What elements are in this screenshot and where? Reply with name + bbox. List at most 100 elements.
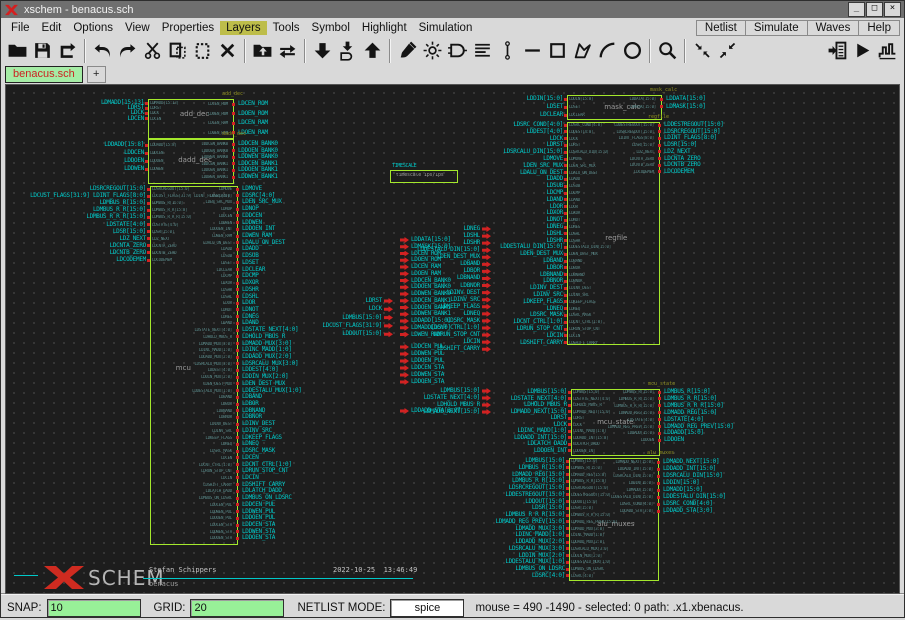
net-label[interactable]: LDNEG [330, 226, 480, 232]
new-tab-button[interactable]: + [87, 66, 106, 83]
net-label[interactable]: LDNOT [413, 217, 563, 223]
net-label[interactable]: LDCNTB_ZERO [5, 250, 146, 256]
net-label[interactable]: LDKEEP_FLAGS [330, 304, 480, 310]
swap-button[interactable] [275, 38, 300, 63]
folder-up-button[interactable] [250, 38, 275, 63]
open-button[interactable] [5, 38, 30, 63]
net-label[interactable]: LDDWEN [5, 166, 144, 172]
net-label[interactable]: LDMBUS_R_R[15:0] [664, 396, 717, 402]
net-label[interactable]: LDDOEN_STA [242, 535, 275, 541]
copy-button[interactable] [165, 38, 190, 63]
net-label[interactable]: LDSHIFT_CARRY [330, 346, 480, 352]
net-label[interactable]: LDCEN_ROM [238, 101, 268, 107]
titlebar[interactable]: xschem - benacus.sch _ □ × [1, 1, 904, 18]
net-label[interactable]: LDBAND [330, 261, 480, 267]
net-label[interactable]: LDEN_SRC_MUX [413, 163, 563, 169]
reload-button[interactable] [55, 38, 80, 63]
net-label[interactable]: LDBNOR [330, 283, 480, 289]
net-label[interactable]: LDSTATE[4:0] [5, 222, 146, 228]
net-label[interactable]: LDMADD_REG[15:0] [664, 410, 717, 416]
line-button[interactable] [520, 38, 545, 63]
net-label[interactable]: LDCLEAR [413, 112, 563, 118]
brush-button[interactable] [395, 38, 420, 63]
menu-view[interactable]: View [119, 21, 156, 35]
net-label[interactable]: LDNEQ [330, 311, 480, 317]
close-icon[interactable]: × [884, 2, 901, 17]
menu-edit[interactable]: Edit [36, 21, 68, 35]
net-label[interactable]: LDDEST[4:0] [413, 129, 563, 135]
save-button[interactable] [30, 38, 55, 63]
net-label[interactable]: LDCMP [413, 190, 563, 196]
net-label[interactable]: LDDOEN [664, 437, 684, 443]
net-label[interactable]: LDRST [417, 415, 567, 421]
net-label[interactable]: LDSET [242, 260, 259, 266]
net-label[interactable]: LDRUN_STOP_CNT [330, 332, 480, 338]
net-label[interactable]: LDDESTREGOUT[15:0] [415, 492, 565, 498]
net-label[interactable]: LDDOEN [5, 158, 144, 164]
net-label[interactable]: LDCODEMEM [5, 257, 146, 263]
simulate-button[interactable]: Simulate [745, 20, 807, 36]
net-label[interactable]: LDINV_DEST [330, 290, 480, 296]
net-label[interactable]: LDXOR [413, 210, 563, 216]
net-label[interactable]: LDSRC[4:0] [415, 573, 565, 579]
net-label[interactable]: LDCK [413, 136, 563, 142]
rectangle-button[interactable] [545, 38, 570, 63]
net-label[interactable]: LDCNTA_ZERO [5, 243, 146, 249]
menu-highlight[interactable]: Highlight [356, 21, 413, 35]
waves-button[interactable] [875, 38, 900, 63]
grid-input[interactable] [190, 599, 284, 617]
net-label[interactable]: LDDWEN_BANK1 [238, 174, 278, 180]
menu-tools[interactable]: Tools [267, 21, 306, 35]
maximize-icon[interactable]: □ [866, 2, 883, 17]
net-label[interactable]: LDSRCALU_DIN[15:0] [413, 149, 563, 155]
net-label[interactable]: LDDOEN_INT [417, 448, 567, 454]
net-label[interactable]: LDINV_SRC [330, 297, 480, 303]
net-label[interactable]: LDSRC_MASK [330, 318, 480, 324]
net-label[interactable]: LDAND [413, 197, 563, 203]
net-label[interactable]: LDOEN_ROM [238, 111, 268, 117]
menu-symbol[interactable]: Symbol [306, 21, 356, 35]
net-label[interactable]: LDCEN [242, 455, 259, 461]
net-label[interactable]: LDEN_DEST_MUX [330, 254, 480, 260]
net-label[interactable]: LDMBUS_R_R_R[15:0] [664, 403, 724, 409]
menu-properties[interactable]: Properties [156, 21, 220, 35]
net-label[interactable]: LDDCEN [242, 213, 262, 219]
paste-button[interactable] [190, 38, 215, 63]
net-label[interactable]: LDDADD[15:8] [5, 142, 144, 148]
undo-button[interactable] [90, 38, 115, 63]
arc-button[interactable] [595, 38, 620, 63]
sun-button[interactable] [420, 38, 445, 63]
circle-button[interactable] [620, 38, 645, 63]
net-label[interactable]: LDMBUS_R[15:0] [415, 465, 565, 471]
net-label[interactable]: LDCODEMEM [664, 169, 694, 175]
net-label[interactable]: LDDADD_STA[3:0] [663, 508, 713, 514]
net-label[interactable]: LDINV_SRC [242, 428, 272, 434]
delete-button[interactable] [215, 38, 240, 63]
help-button[interactable]: Help [858, 20, 900, 36]
menu-simulation[interactable]: Simulation [413, 21, 479, 35]
minimize-icon[interactable]: _ [848, 2, 865, 17]
wire-button[interactable] [495, 38, 520, 63]
zoom-in-arrows-button[interactable] [690, 38, 715, 63]
net-label[interactable]: LDSRCALU_MUX[3:0] [415, 546, 565, 552]
net-label[interactable]: LDCUST_FLAGS[31:9] LDINT_FLAGS[8:0] [5, 193, 146, 199]
net-label[interactable]: LDSHR [242, 287, 259, 293]
net-label[interactable]: LDCEN [5, 116, 144, 122]
schematic-canvas[interactable]: add_decadd_decLDMADD[15:13]LDMADD[15:13]… [5, 84, 900, 594]
menu-file[interactable]: File [5, 21, 36, 35]
tab-benacus[interactable]: benacus.sch [5, 66, 83, 83]
net-label[interactable]: LDSET [413, 104, 563, 110]
pop-up-button[interactable] [360, 38, 385, 63]
net-label[interactable]: LDSHL [330, 233, 480, 239]
net-label[interactable]: LDMBUS_R_R[15:0] [5, 207, 146, 213]
descend-symbol-button[interactable] [335, 38, 360, 63]
net-label[interactable]: LDSTATE[4:0] [664, 417, 704, 423]
netlist-doc-button[interactable] [825, 38, 850, 63]
waves-button[interactable]: Waves [807, 20, 859, 36]
snap-input[interactable] [47, 599, 141, 617]
net-label[interactable]: LDEN_DEST_MUX [242, 381, 285, 387]
net-label[interactable]: LDMADD_REG_PREV[15:0] [415, 519, 565, 525]
zoom-box-button[interactable] [655, 38, 680, 63]
net-label[interactable]: LDDCEN_PUL [242, 502, 275, 508]
zoom-out-arrows-button[interactable] [715, 38, 740, 63]
